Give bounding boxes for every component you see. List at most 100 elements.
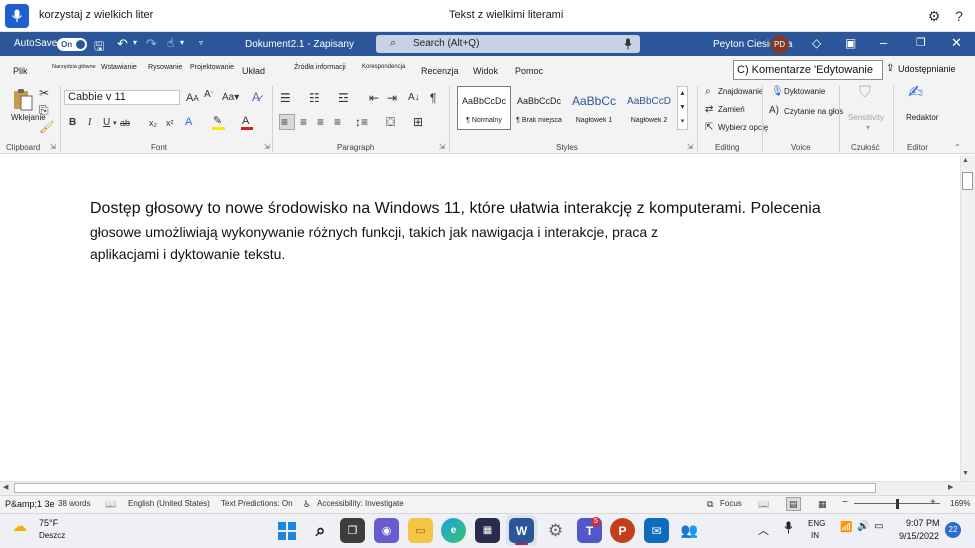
mail-icon[interactable]: ✉: [644, 518, 669, 543]
undo-dropdown-icon[interactable]: ▾: [133, 38, 137, 47]
undo-icon[interactable]: ↶: [117, 36, 128, 52]
read-aloud-button[interactable]: Czytanie na głos: [784, 107, 843, 116]
wifi-icon[interactable]: 📶: [840, 522, 852, 533]
replace-button[interactable]: Zamień: [718, 105, 745, 114]
change-case-icon[interactable]: Aa▾: [222, 91, 239, 105]
close-icon[interactable]: ✕: [951, 35, 962, 51]
clock-time[interactable]: 9:07 PM: [906, 518, 940, 528]
align-center-icon[interactable]: ≡: [300, 115, 307, 129]
dictate-button[interactable]: Dyktowanie: [784, 87, 825, 96]
redo-icon[interactable]: ↷: [146, 36, 157, 52]
zoom-level[interactable]: 169%: [950, 499, 970, 508]
people-icon[interactable]: 👥: [677, 518, 702, 543]
show-marks-icon[interactable]: ¶: [430, 91, 436, 105]
help-icon[interactable]: ?: [950, 7, 968, 25]
tab-projektowanie[interactable]: Projektowanie: [190, 64, 234, 71]
document-body[interactable]: Dostęp głosowy to nowe środowisko na Win…: [90, 197, 930, 265]
word-count[interactable]: 38 words: [58, 499, 90, 508]
style-no-spacing[interactable]: AaBbCcDc ¶ Brak miejsca: [512, 86, 566, 130]
autosave-toggle[interactable]: On: [57, 38, 87, 51]
tab-uklad[interactable]: Układ: [242, 66, 265, 76]
tab-narzedzia[interactable]: Narzędzia główne: [52, 64, 96, 70]
web-layout-icon[interactable]: ▦: [818, 499, 827, 510]
format-painter-icon[interactable]: 🖌: [39, 120, 54, 134]
language-region[interactable]: IN: [811, 531, 819, 540]
strikethrough-icon[interactable]: ab: [120, 116, 130, 130]
focus-button[interactable]: Focus: [720, 499, 742, 508]
line-spacing-icon[interactable]: ↕≡: [355, 115, 368, 129]
tab-wstawianie[interactable]: Wstawianie: [101, 64, 137, 71]
font-launcher-icon[interactable]: ⇲: [264, 143, 270, 151]
tab-zrodla[interactable]: Źródła informacji: [294, 64, 346, 71]
touch-mode-icon[interactable]: ☝: [167, 36, 174, 50]
task-view-icon[interactable]: ❐: [340, 518, 365, 543]
save-icon[interactable]: 🖫: [94, 37, 104, 58]
page-indicator[interactable]: P&amp;1 3e: [5, 499, 55, 509]
settings-gear-icon[interactable]: ⚙: [925, 7, 943, 25]
style-heading-2[interactable]: AaBbCcD Nagłówek 2: [622, 86, 676, 130]
find-button[interactable]: Znajdowanie: [718, 87, 763, 96]
store-icon[interactable]: ▦: [475, 518, 500, 543]
sensitivity-button[interactable]: Sensitivity: [848, 113, 884, 122]
search-mic-icon[interactable]: [624, 37, 632, 55]
styles-scroll-buttons[interactable]: ▲ ▼ ▾: [677, 86, 688, 130]
shrink-font-icon[interactable]: Aˇ: [204, 88, 213, 103]
tab-korespondencja[interactable]: Korespondencja: [362, 64, 405, 70]
bold-icon[interactable]: B: [69, 116, 76, 130]
chat-icon[interactable]: ◉: [374, 518, 399, 543]
paste-icon[interactable]: [11, 87, 35, 116]
avatar[interactable]: PD: [770, 35, 789, 54]
file-explorer-icon[interactable]: ▭: [408, 518, 433, 543]
word-app-icon[interactable]: W: [509, 518, 534, 543]
settings-app-icon[interactable]: ⚙: [543, 518, 568, 543]
underline-dropdown-icon[interactable]: ▾: [113, 117, 117, 131]
sort-icon[interactable]: A↓: [408, 91, 420, 105]
accessibility-status[interactable]: Accessibility: Investigate: [317, 499, 404, 508]
text-predictions[interactable]: Text Predictions: On: [221, 499, 293, 508]
subscript-icon[interactable]: x₂: [149, 116, 157, 130]
customize-toolbar-icon[interactable]: ▿: [199, 38, 203, 47]
powerpoint-icon[interactable]: P: [610, 518, 635, 543]
zoom-in-icon[interactable]: +: [930, 497, 936, 508]
touch-dropdown-icon[interactable]: ▾: [180, 38, 184, 47]
battery-icon[interactable]: ▭: [874, 521, 883, 532]
edge-icon[interactable]: e: [441, 518, 466, 543]
weather-condition[interactable]: Deszcz: [39, 531, 65, 540]
weather-icon[interactable]: ☁: [12, 517, 27, 535]
justify-icon[interactable]: ≡: [334, 115, 341, 129]
share-button[interactable]: Udostępnianie: [898, 60, 958, 80]
highlight-icon[interactable]: ✎: [213, 114, 222, 128]
weather-temperature[interactable]: 75°F: [39, 518, 58, 528]
editor-button[interactable]: Redaktor: [906, 113, 938, 122]
zoom-slider-thumb[interactable]: [896, 499, 899, 509]
restore-icon[interactable]: ❐: [916, 36, 926, 49]
tray-overflow-icon[interactable]: ︿: [758, 522, 769, 538]
scroll-right-icon[interactable]: ▶: [948, 483, 953, 491]
start-icon[interactable]: [274, 518, 299, 543]
zoom-out-icon[interactable]: −: [842, 497, 848, 508]
style-normal[interactable]: AaBbCcDc ¶ Normalny: [457, 86, 511, 130]
tray-mic-icon[interactable]: [784, 521, 793, 539]
vertical-scroll-thumb[interactable]: [962, 172, 973, 190]
cut-icon[interactable]: ✂: [39, 86, 49, 100]
tab-rysowanie[interactable]: Rysowanie: [148, 64, 182, 71]
copy-icon[interactable]: ⎘: [39, 103, 49, 117]
diamond-icon[interactable]: ◇: [812, 36, 821, 50]
horizontal-scroll-thumb[interactable]: [14, 483, 876, 493]
text-effects-icon[interactable]: A: [185, 115, 192, 129]
voice-mic-button[interactable]: [5, 4, 29, 28]
numbering-icon[interactable]: ☷: [309, 91, 320, 105]
tab-pomoc[interactable]: Pomoc: [515, 66, 543, 76]
multilevel-list-icon[interactable]: ☲: [338, 91, 349, 105]
clear-formatting-icon[interactable]: A̷: [252, 90, 260, 104]
taskbar-search-icon[interactable]: ⌕: [308, 518, 333, 543]
collapse-ribbon-icon[interactable]: ⌃: [954, 143, 961, 152]
scroll-left-icon[interactable]: ◀: [3, 483, 8, 491]
styles-launcher-icon[interactable]: ⇲: [687, 143, 693, 151]
underline-icon[interactable]: U: [103, 116, 110, 130]
tab-widok[interactable]: Widok: [473, 66, 498, 76]
style-heading-1[interactable]: AaBbCc Nagłówek 1: [567, 86, 621, 130]
language-code[interactable]: ENG: [808, 519, 825, 528]
clipboard-launcher-icon[interactable]: ⇲: [50, 143, 56, 151]
increase-indent-icon[interactable]: ⇥: [387, 91, 397, 105]
